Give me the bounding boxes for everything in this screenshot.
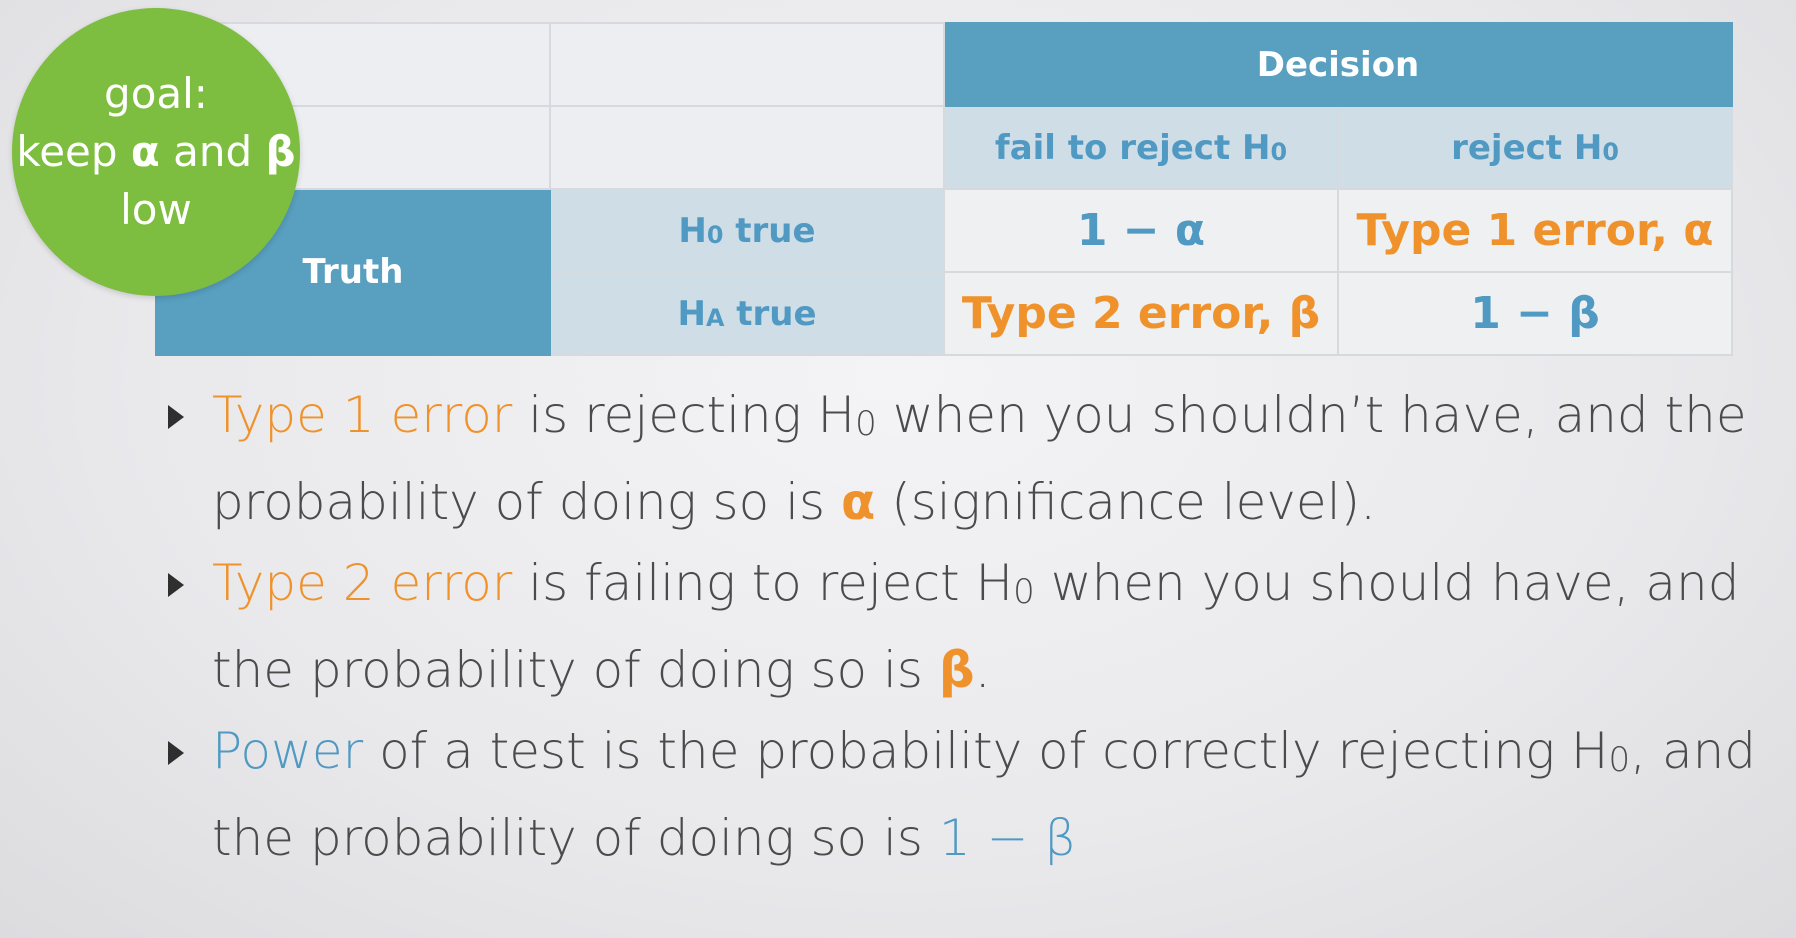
cell-one-minus-alpha: 1 − α [943, 188, 1339, 273]
cell-one-minus-beta: 1 − β [1337, 271, 1733, 356]
table-row: fail to reject H0 reject H0 [155, 105, 1733, 190]
bullet-arrow-icon [168, 405, 184, 429]
decision-header: Decision [943, 22, 1733, 107]
table-row: Truth H0 true 1 − α Type 1 error, α [155, 188, 1733, 356]
list-item: Power of a test is the probability of co… [160, 711, 1760, 879]
goal-line-1: goal: [104, 69, 208, 118]
list-item: Type 1 error is rejecting H0 when you sh… [160, 375, 1760, 543]
decision-truth-table: Decision fail to reject H0 reject H0 Tru… [155, 22, 1733, 356]
bullet-arrow-icon [168, 573, 184, 597]
list-item: Type 2 error is failing to reject H0 whe… [160, 543, 1760, 711]
goal-badge: goal: keep α and β low [12, 8, 300, 296]
cell-type2-error: Type 2 error, β [943, 271, 1339, 356]
column-header-fail-to-reject: fail to reject H0 [943, 105, 1339, 190]
row-header-h0-true: H0 true [549, 188, 945, 273]
goal-line-2: keep α and β [16, 127, 296, 176]
column-header-reject: reject H0 [1337, 105, 1733, 190]
table-blank-cell [549, 105, 945, 190]
bullet-arrow-icon [168, 741, 184, 765]
table-row: Decision [155, 22, 1733, 107]
cell-type1-error: Type 1 error, α [1337, 188, 1733, 273]
goal-line-3: low [120, 185, 192, 234]
bullet-list: Type 1 error is rejecting H0 when you sh… [160, 375, 1760, 879]
row-header-ha-true: HA true [549, 271, 945, 356]
table-blank-cell [549, 22, 945, 107]
